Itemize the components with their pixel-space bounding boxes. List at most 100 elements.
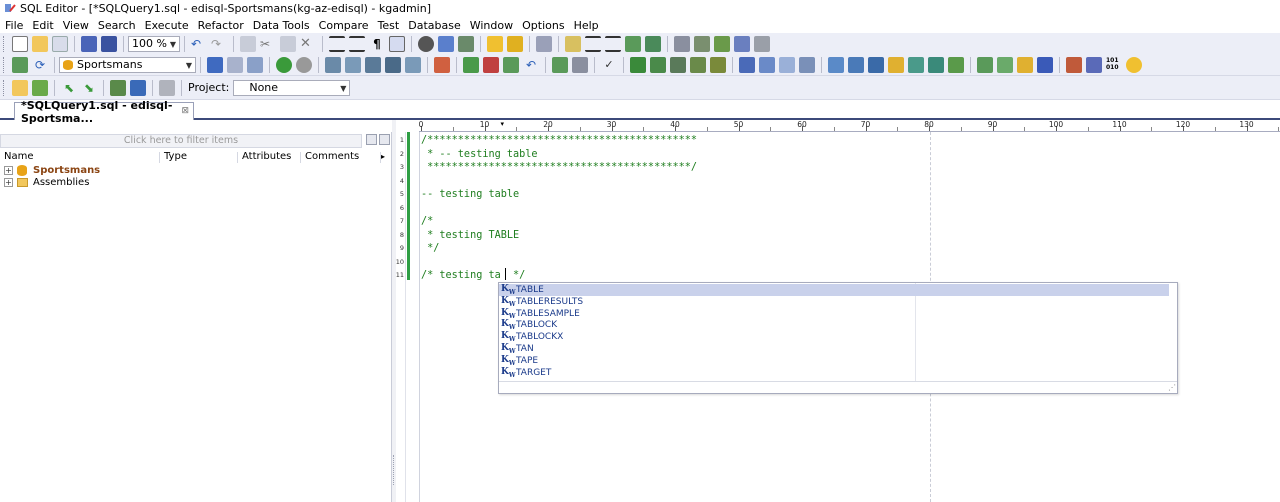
code-line[interactable]: /***************************************… xyxy=(421,134,697,147)
schema-diagram-icon[interactable] xyxy=(977,56,993,73)
new-file-icon[interactable] xyxy=(12,35,28,52)
menu-refactor[interactable]: Refactor xyxy=(198,19,244,32)
open-recent-icon[interactable] xyxy=(52,35,68,52)
code-line[interactable]: /* xyxy=(421,215,433,228)
filter-input[interactable]: Click here to filter items xyxy=(0,134,362,148)
rollback-icon[interactable] xyxy=(483,56,499,73)
column-comments[interactable]: Comments xyxy=(301,151,381,165)
disabled-icon[interactable] xyxy=(159,79,175,96)
results-grid-icon[interactable] xyxy=(552,56,568,73)
parse-icon[interactable] xyxy=(405,56,421,73)
execute-selection-icon[interactable] xyxy=(325,56,341,73)
completion-item[interactable]: KW TABLERESULTS xyxy=(499,296,1169,308)
paste-icon[interactable] xyxy=(280,35,296,52)
data-generator-icon[interactable] xyxy=(997,56,1013,73)
uppercase-icon[interactable] xyxy=(625,35,641,52)
pivot-icon[interactable] xyxy=(1017,56,1033,73)
redo-icon[interactable]: ↷ xyxy=(211,36,227,52)
monitor-icon[interactable] xyxy=(848,56,864,73)
cut-icon[interactable]: ✂ xyxy=(260,36,276,52)
menu-data-tools[interactable]: Data Tools xyxy=(253,19,310,32)
menu-compare[interactable]: Compare xyxy=(319,19,369,32)
new-connection-icon[interactable] xyxy=(12,56,28,73)
toolbar-grip[interactable] xyxy=(3,35,6,52)
filter-clear-icon[interactable] xyxy=(379,134,390,145)
code-line[interactable]: /* testing ta */ xyxy=(421,269,525,282)
database-sync-icon[interactable] xyxy=(714,35,730,52)
completion-item[interactable]: KW TABLOCK xyxy=(499,319,1169,331)
completion-item[interactable]: KW TAN xyxy=(499,343,1169,355)
menu-window[interactable]: Window xyxy=(470,19,513,32)
delete-icon[interactable]: ✕ xyxy=(300,36,316,52)
expand-icon[interactable]: + xyxy=(4,177,13,187)
find-icon[interactable] xyxy=(418,35,434,52)
sync-project-icon[interactable] xyxy=(130,79,146,96)
export-excel-icon[interactable] xyxy=(630,56,646,73)
menu-database[interactable]: Database xyxy=(408,19,461,32)
schema-compare-icon[interactable] xyxy=(710,56,726,73)
code-line[interactable]: * -- testing table xyxy=(421,148,537,161)
align-left-icon[interactable] xyxy=(585,35,601,52)
lightbulb-icon[interactable] xyxy=(1126,56,1142,73)
document-icon[interactable] xyxy=(779,56,795,73)
menu-edit[interactable]: Edit xyxy=(32,19,53,32)
generator-icon[interactable] xyxy=(908,56,924,73)
comment-icon[interactable] xyxy=(565,35,581,52)
arrow-up-left-icon[interactable]: ⬉ xyxy=(61,80,77,96)
execute-current-icon[interactable] xyxy=(345,56,361,73)
completion-item[interactable]: KW TAPE xyxy=(499,355,1169,367)
profiler-icon[interactable] xyxy=(828,56,844,73)
query-builder-icon[interactable] xyxy=(739,56,755,73)
menu-search[interactable]: Search xyxy=(98,19,136,32)
lowercase-icon[interactable] xyxy=(645,35,661,52)
close-icon[interactable]: ⊠ xyxy=(181,106,189,116)
expand-icon[interactable]: + xyxy=(4,165,13,175)
indent-icon[interactable] xyxy=(329,35,345,52)
outdent-icon[interactable] xyxy=(349,35,365,52)
align-right-icon[interactable] xyxy=(605,35,621,52)
resize-grip-icon[interactable]: ⋰ xyxy=(1168,383,1176,392)
table-view-icon[interactable] xyxy=(754,35,770,52)
splitter-grip[interactable] xyxy=(393,455,395,485)
menu-file[interactable]: File xyxy=(5,19,23,32)
check-syntax-icon[interactable]: ✓ xyxy=(601,57,617,73)
column-name[interactable]: Name xyxy=(0,151,160,165)
zoom-select[interactable]: 100 % ▼ xyxy=(128,35,180,52)
go-to-bookmark-icon[interactable] xyxy=(507,35,523,52)
database-select[interactable]: Sportsmans ▼ xyxy=(59,56,196,73)
refresh-icon[interactable]: ⟳ xyxy=(32,57,48,73)
completion-item[interactable]: KW TABLE xyxy=(499,284,1169,296)
menu-help[interactable]: Help xyxy=(574,19,599,32)
restore-icon[interactable] xyxy=(888,56,904,73)
project-settings-icon[interactable] xyxy=(32,79,48,96)
reconnect-icon[interactable] xyxy=(247,56,263,73)
format-icon[interactable] xyxy=(536,35,552,52)
search-objects-icon[interactable] xyxy=(1086,56,1102,73)
menu-view[interactable]: View xyxy=(63,19,89,32)
column-attributes[interactable]: Attributes xyxy=(238,151,301,165)
column-type[interactable]: Type xyxy=(160,151,238,165)
arrow-down-right-icon[interactable]: ⬊ xyxy=(81,80,97,96)
designer-icon[interactable] xyxy=(759,56,775,73)
commit-icon[interactable] xyxy=(463,56,479,73)
toggle-bookmark-icon[interactable] xyxy=(487,35,503,52)
report-icon[interactable] xyxy=(799,56,815,73)
project-select[interactable]: None ▼ xyxy=(233,79,351,96)
stop-icon[interactable] xyxy=(296,56,312,73)
toolbar-grip[interactable] xyxy=(3,56,6,73)
export-icon[interactable] xyxy=(650,56,666,73)
tree-item-assemblies[interactable]: + Assemblies xyxy=(4,176,89,188)
execute-icon[interactable] xyxy=(276,56,292,73)
debug-icon[interactable] xyxy=(385,56,401,73)
undo-icon[interactable]: ↶ xyxy=(191,36,207,52)
snippet-icon[interactable] xyxy=(674,35,690,52)
completion-item[interactable]: KW TABLOCKX xyxy=(499,331,1169,343)
backup-icon[interactable] xyxy=(868,56,884,73)
flag-icon[interactable] xyxy=(1037,56,1053,73)
pilcrow-icon[interactable]: ¶ xyxy=(369,36,385,52)
save-all-icon[interactable] xyxy=(101,35,117,52)
code-line[interactable]: ****************************************… xyxy=(421,161,697,174)
connection-icon[interactable] xyxy=(207,56,223,73)
completion-item[interactable]: KW TABLESAMPLE xyxy=(499,308,1169,320)
find-next-icon[interactable] xyxy=(438,35,454,52)
